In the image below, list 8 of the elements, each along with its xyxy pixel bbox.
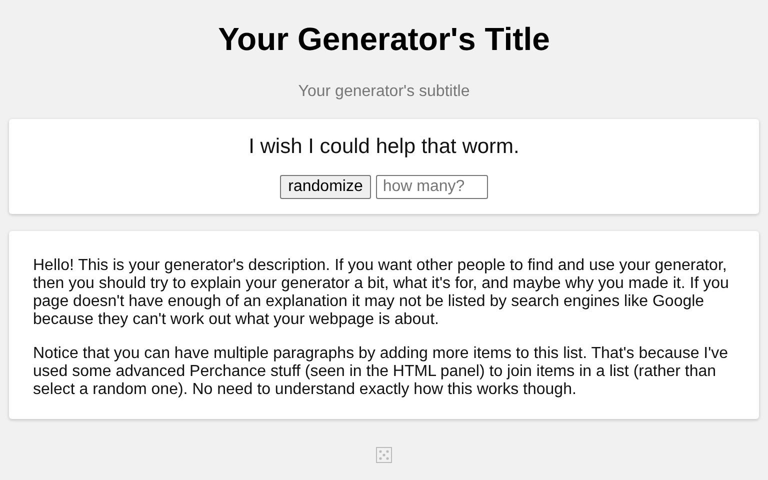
randomize-button[interactable]: randomize bbox=[280, 175, 371, 199]
generated-sentence: I wish I could help that worm. bbox=[248, 135, 520, 159]
page-title: Your Generator's Title bbox=[218, 20, 550, 58]
description-paragraph: Hello! This is your generator's description. If you want other people to find and use your generator, then you should try to explain your generator a bit, what it's for, and maybe why you made it. If you page doesn't have enough of an explanation it may not be listed by search engines like Google because they can't work out what your webpage is about. bbox=[33, 257, 730, 329]
description-paragraph: Notice that you can have multiple paragraphs by adding more items to this list. That's because I've used some advanced Perchance stuff (seen in the HTML panel) to join items in a list (rather than select a random one). No need to understand exactly how this works though. bbox=[33, 345, 730, 399]
page-subtitle: Your generator's subtitle bbox=[298, 82, 470, 102]
count-field[interactable]: how many? bbox=[376, 175, 488, 199]
dice-icon[interactable] bbox=[376, 447, 392, 463]
